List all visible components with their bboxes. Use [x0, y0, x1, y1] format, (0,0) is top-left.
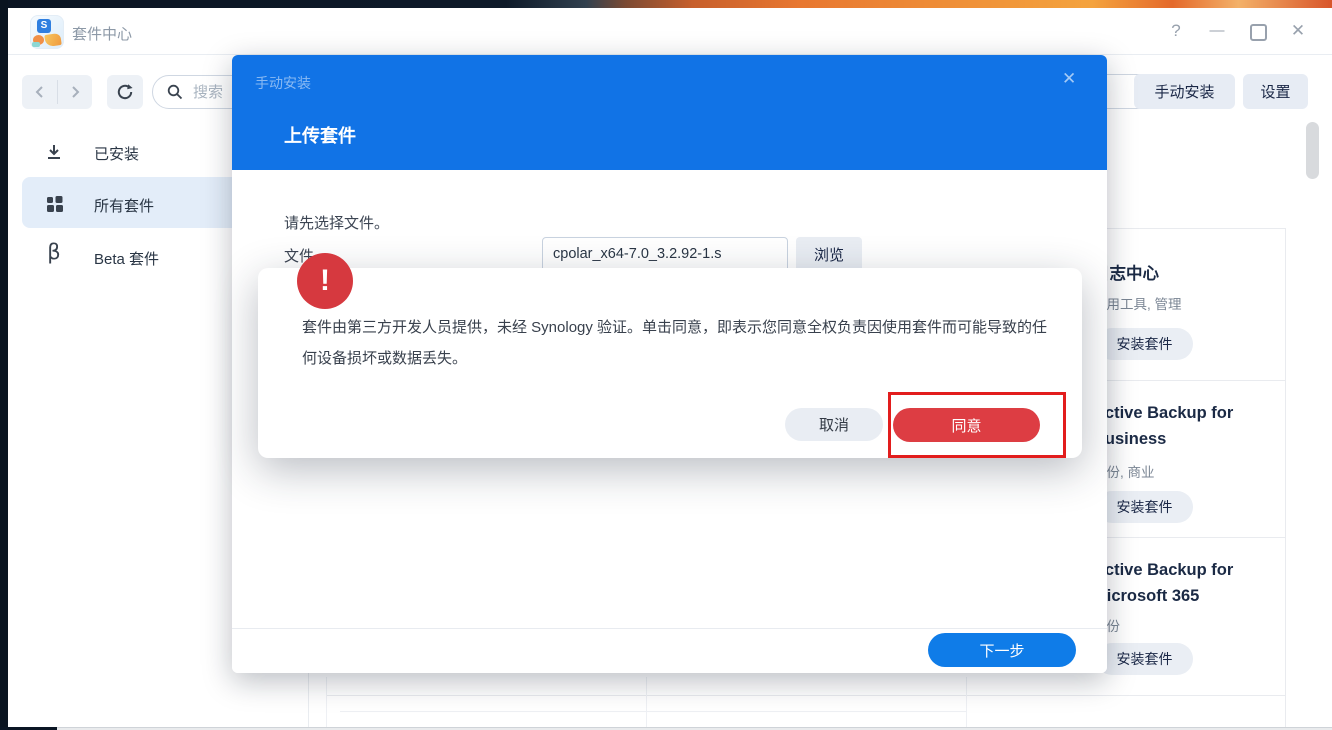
agree-highlight-annotation — [888, 392, 1066, 458]
sidebar-item-label: Beta 套件 — [94, 248, 159, 269]
next-step-button[interactable]: 下一步 — [928, 633, 1076, 667]
minimize-button[interactable]: — — [1206, 20, 1228, 42]
browse-button[interactable]: 浏览 — [796, 237, 862, 272]
cancel-button[interactable]: 取消 — [785, 408, 883, 441]
close-window-button[interactable]: ✕ — [1288, 20, 1308, 42]
nav-group — [22, 75, 92, 109]
grid-divider — [326, 677, 327, 727]
refresh-icon — [116, 83, 134, 101]
app-title: 套件中心 — [72, 23, 132, 44]
sidebar-item-label: 已安装 — [94, 143, 139, 164]
grid-divider — [966, 677, 967, 727]
grid-divider — [646, 677, 647, 727]
install-package-button[interactable]: 安装套件 — [1096, 491, 1193, 523]
settings-button[interactable]: 设置 — [1243, 74, 1308, 109]
manual-install-button[interactable]: 手动安装 — [1134, 74, 1235, 109]
install-package-button[interactable]: 安装套件 — [1096, 643, 1193, 675]
desktop-wallpaper-left — [0, 0, 8, 730]
package-title: Active Backup for Business — [1093, 400, 1253, 452]
grid-divider — [340, 711, 966, 712]
chevron-right-icon — [68, 85, 82, 99]
close-dialog-button[interactable]: ✕ — [1062, 69, 1076, 89]
dialog-header: 手动安装 ✕ 上传套件 — [232, 55, 1107, 170]
upload-package-heading: 上传套件 — [284, 122, 356, 148]
package-title: Active Backup for Microsoft 365 — [1093, 557, 1253, 609]
beta-icon: β — [44, 242, 64, 262]
instruction-text: 请先选择文件。 — [284, 212, 389, 233]
grid-divider — [326, 695, 1285, 696]
warning-message: 套件由第三方开发人员提供，未经 Synology 验证。单击同意，即表示您同意全… — [302, 312, 1060, 374]
install-package-button[interactable]: 安装套件 — [1096, 328, 1193, 360]
grid-icon — [44, 193, 64, 213]
dialog-title: 手动安装 — [255, 73, 311, 93]
screen: S 套件中心 ? — ✕ 手动安装 设置 — [0, 0, 1332, 730]
sidebar-item-label: 所有套件 — [94, 195, 154, 216]
refresh-button[interactable] — [107, 75, 143, 109]
vertical-scrollbar[interactable] — [1306, 122, 1319, 179]
package-center-icon: S — [30, 15, 64, 49]
titlebar — [8, 8, 1332, 55]
package-category: 实用工具, 管理 — [1093, 293, 1273, 313]
package-title: 日志中心 — [1093, 261, 1268, 287]
package-category: 备份 — [1093, 615, 1273, 635]
search-icon — [167, 84, 183, 100]
download-icon — [44, 142, 64, 162]
back-button[interactable] — [22, 75, 57, 109]
file-input[interactable]: cpolar_x64-7.0_3.2.92-1.s — [542, 237, 788, 272]
dialog-footer: 下一步 — [232, 628, 1107, 673]
help-button[interactable]: ? — [1166, 20, 1186, 42]
package-category: 备份, 商业 — [1093, 461, 1273, 481]
desktop-wallpaper-top — [0, 0, 1332, 8]
forward-button[interactable] — [57, 75, 92, 109]
exclamation-icon: ! — [297, 253, 353, 309]
chevron-left-icon — [33, 85, 47, 99]
maximize-button[interactable] — [1250, 24, 1267, 41]
grid-divider — [1285, 228, 1286, 727]
